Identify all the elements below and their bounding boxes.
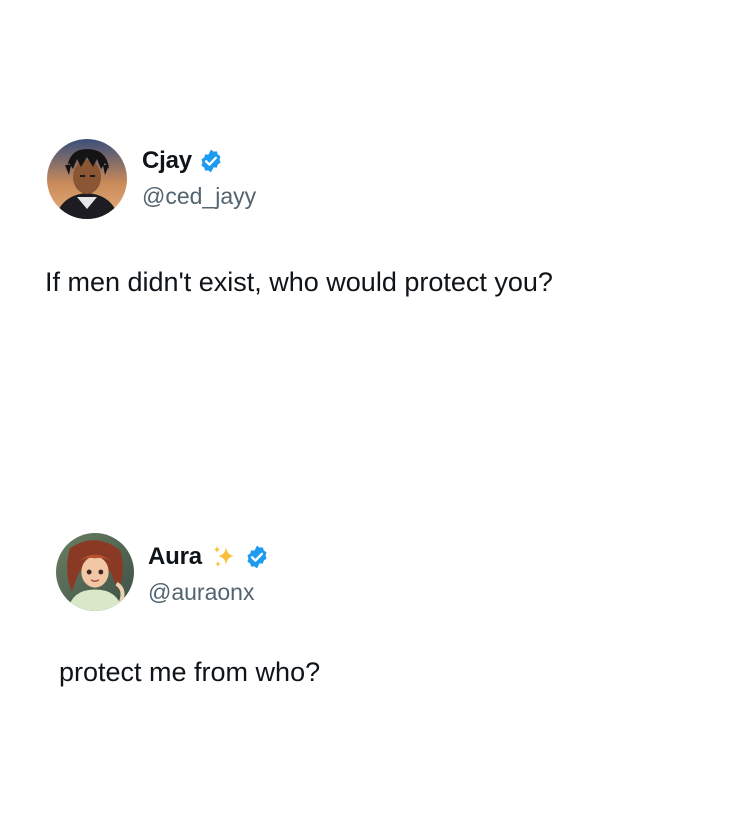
display-name[interactable]: Cjay (142, 147, 192, 175)
tweet-header: Aura @auraonx (0, 533, 735, 617)
sparkles-icon (210, 543, 238, 571)
anime-girl-avatar-image (56, 533, 134, 611)
name-row: Aura (148, 543, 270, 571)
verified-badge-icon (244, 544, 270, 570)
handle[interactable]: @auraonx (148, 579, 254, 605)
display-name[interactable]: Aura (148, 543, 202, 571)
verified-badge-icon (198, 148, 224, 174)
name-row: Cjay (142, 147, 224, 175)
tweet-text: protect me from who? (59, 657, 321, 687)
handle[interactable]: @ced_jayy (142, 183, 256, 209)
avatar[interactable] (56, 533, 134, 611)
tweet-card[interactable]: Cjay @ced_jayy If men didn't exist, who … (0, 137, 735, 297)
avatar[interactable] (47, 139, 127, 219)
tweet-text: If men didn't exist, who would protect y… (45, 267, 553, 297)
tweet-header: Cjay @ced_jayy (0, 137, 735, 221)
anime-boy-avatar-image (47, 139, 127, 219)
tweet-card[interactable]: Aura @auraonx protect me from who? (0, 533, 735, 687)
